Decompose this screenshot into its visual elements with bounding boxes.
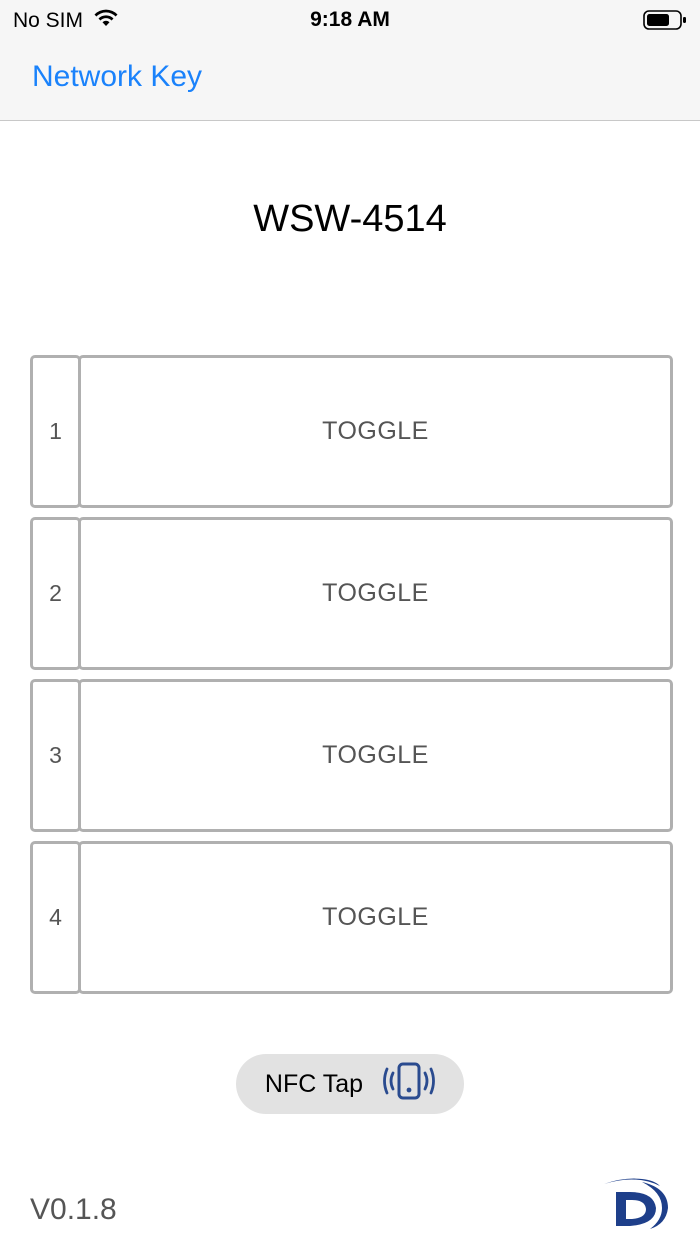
phone-vibrate-icon (383, 1061, 435, 1108)
brand-logo (602, 1176, 670, 1235)
switch-number: 2 (30, 517, 81, 670)
switch-number: 4 (30, 841, 81, 994)
nfc-tap-button[interactable]: NFC Tap (236, 1054, 464, 1114)
switch-number: 3 (30, 679, 81, 832)
back-button[interactable]: Network Key (32, 60, 202, 94)
switch-row-2: 2 TOGGLE (30, 517, 673, 670)
device-title: WSW-4514 (253, 198, 447, 240)
navigation-bar: Network Key (0, 40, 700, 121)
version-label: V0.1.8 (30, 1193, 117, 1226)
battery-icon (643, 10, 687, 36)
status-bar: No SIM 9:18 AM (0, 0, 700, 40)
toggle-button-4[interactable]: TOGGLE (78, 841, 673, 994)
toggle-button-3[interactable]: TOGGLE (78, 679, 673, 832)
status-time: 9:18 AM (310, 8, 390, 31)
switch-number: 1 (30, 355, 81, 508)
toggle-button-2[interactable]: TOGGLE (78, 517, 673, 670)
nfc-tap-label: NFC Tap (264, 1069, 364, 1098)
switch-row-3: 3 TOGGLE (30, 679, 673, 832)
toggle-button-1[interactable]: TOGGLE (78, 355, 673, 508)
switch-list: 1 TOGGLE 2 TOGGLE 3 TOGGLE 4 TOGGLE (30, 355, 673, 1003)
switch-row-1: 1 TOGGLE (30, 355, 673, 508)
switch-row-4: 4 TOGGLE (30, 841, 673, 994)
